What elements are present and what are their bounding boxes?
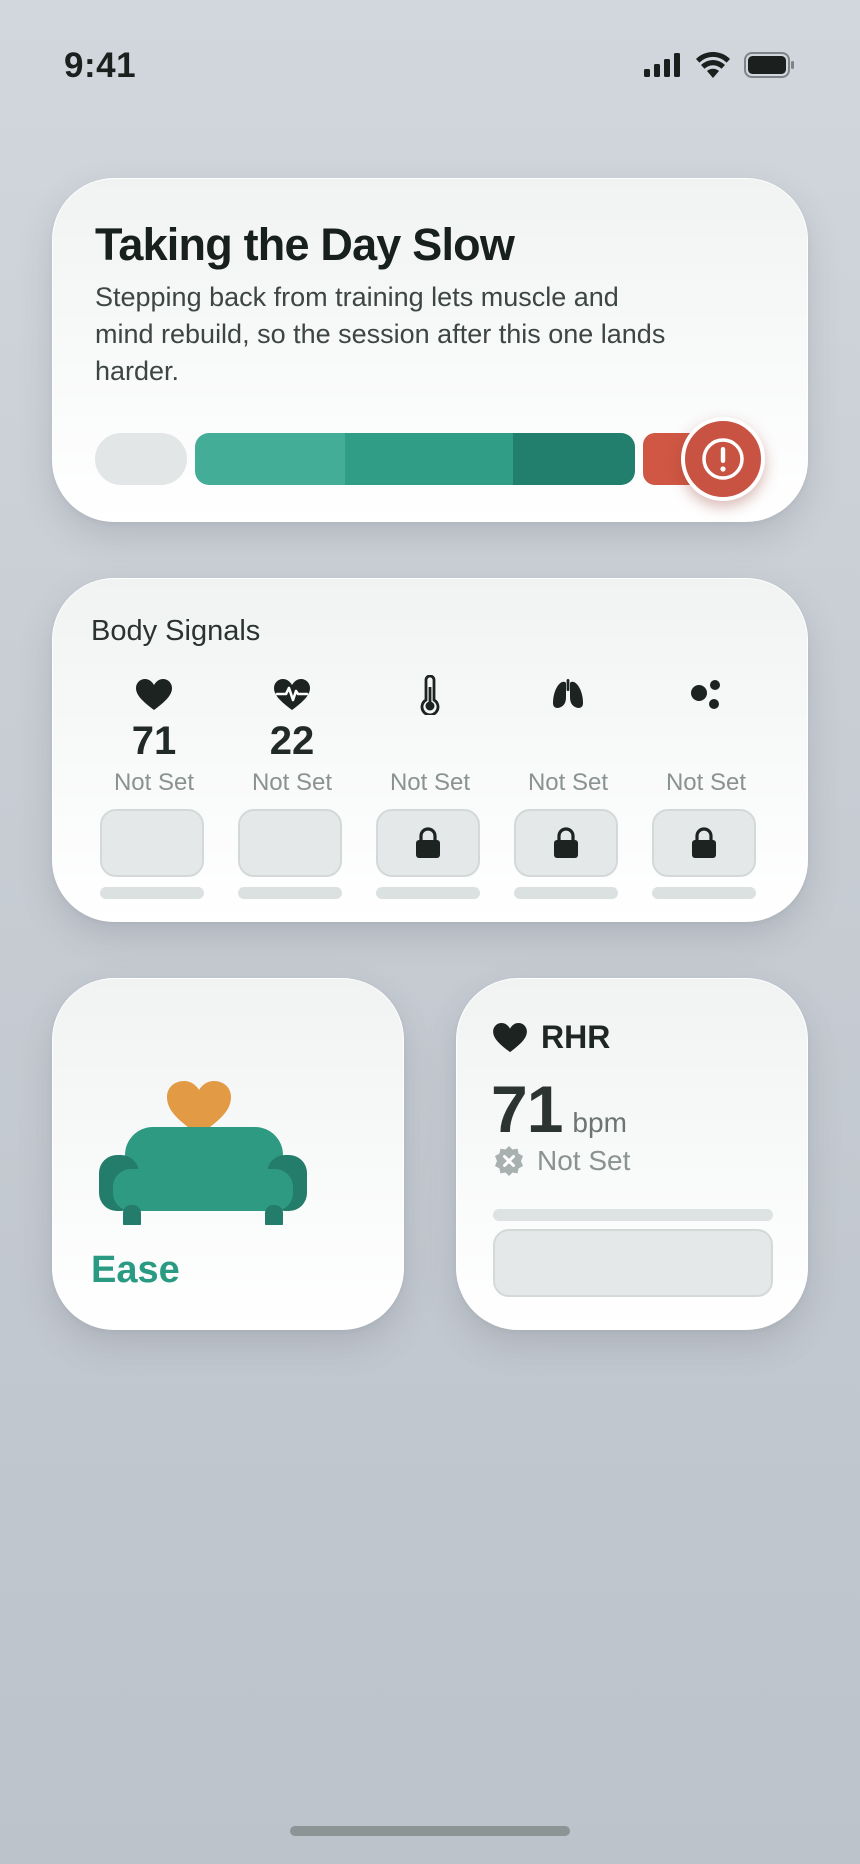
rhr-status-row: Not Set bbox=[493, 1145, 630, 1177]
signal-hrv[interactable]: 22 Not Set bbox=[223, 675, 361, 905]
zone-segment-low bbox=[95, 433, 187, 485]
rhr-header: RHR bbox=[493, 1019, 610, 1056]
zone-segment-teal-dark bbox=[513, 433, 635, 485]
signal-other[interactable]: Not Set bbox=[637, 675, 775, 905]
signal-progress-bar bbox=[100, 887, 204, 899]
rhr-value-row: 71 bpm bbox=[491, 1071, 627, 1147]
lungs-icon bbox=[553, 679, 583, 708]
zone-segment-teal-light bbox=[195, 433, 345, 485]
rhr-card[interactable]: RHR 71 bpm Not Set bbox=[456, 978, 808, 1330]
recovery-card[interactable]: Taking the Day Slow Stepping back from t… bbox=[52, 178, 808, 522]
signal-status: Not Set bbox=[389, 769, 471, 796]
signal-status: Not Set bbox=[251, 769, 333, 796]
signal-progress-bar bbox=[238, 887, 342, 899]
rhr-input-box[interactable] bbox=[493, 1229, 773, 1297]
signal-temperature[interactable]: Not Set bbox=[361, 675, 499, 905]
rhr-value: 71 bbox=[491, 1072, 563, 1146]
recovery-title: Taking the Day Slow bbox=[95, 219, 515, 270]
body-signals-card[interactable]: Body Signals 71 Not Set 22 Not Set Not S… bbox=[52, 578, 808, 922]
cellular-signal-icon bbox=[644, 53, 680, 77]
not-set-badge-icon bbox=[495, 1146, 523, 1176]
wifi-icon bbox=[696, 52, 730, 78]
status-time: 9:41 bbox=[64, 46, 137, 85]
recovery-description: Stepping back from training lets muscle … bbox=[95, 282, 666, 386]
signal-progress-bar bbox=[376, 887, 480, 899]
signal-locked-box[interactable] bbox=[514, 809, 618, 877]
signal-progress-bar bbox=[514, 887, 618, 899]
zone-segment-optimal bbox=[195, 433, 635, 485]
signal-status: Not Set bbox=[527, 769, 609, 796]
battery-icon bbox=[744, 52, 794, 78]
heart-icon bbox=[136, 679, 172, 710]
lock-icon bbox=[692, 827, 716, 858]
ease-card[interactable]: Ease bbox=[52, 978, 404, 1330]
zone-segment-teal-mid bbox=[345, 433, 513, 485]
alert-circle-icon bbox=[702, 438, 744, 480]
heart-pulse-icon bbox=[274, 679, 310, 710]
alert-badge[interactable] bbox=[681, 417, 765, 501]
sofa-with-heart-icon bbox=[99, 1081, 307, 1231]
ease-illustration bbox=[99, 1045, 307, 1231]
dots-icon bbox=[691, 680, 720, 709]
status-bar: 9:41 bbox=[0, 0, 860, 130]
ease-label: Ease bbox=[91, 1249, 180, 1291]
home-indicator[interactable] bbox=[290, 1826, 570, 1836]
signal-locked-box[interactable] bbox=[376, 809, 480, 877]
signal-value: 71 bbox=[131, 719, 177, 763]
thermometer-icon bbox=[420, 675, 440, 715]
rhr-status: Not Set bbox=[537, 1145, 631, 1176]
rhr-progress-bar bbox=[493, 1209, 773, 1221]
lock-icon bbox=[554, 827, 578, 858]
rhr-title: RHR bbox=[541, 1019, 611, 1055]
signal-respiratory[interactable]: Not Set bbox=[499, 675, 637, 905]
body-signals-title: Body Signals bbox=[91, 615, 261, 647]
signal-status: Not Set bbox=[665, 769, 747, 796]
signal-heart-rate[interactable]: 71 Not Set bbox=[85, 675, 223, 905]
rhr-unit: bpm bbox=[572, 1107, 627, 1138]
status-icons bbox=[644, 52, 794, 78]
signal-locked-box[interactable] bbox=[652, 809, 756, 877]
signal-input-box[interactable] bbox=[100, 809, 204, 877]
signal-status: Not Set bbox=[113, 769, 195, 796]
signal-progress-bar bbox=[652, 887, 756, 899]
signal-input-box[interactable] bbox=[238, 809, 342, 877]
lock-icon bbox=[416, 827, 440, 858]
heart-icon bbox=[493, 1022, 527, 1052]
signal-value: 22 bbox=[269, 719, 315, 763]
